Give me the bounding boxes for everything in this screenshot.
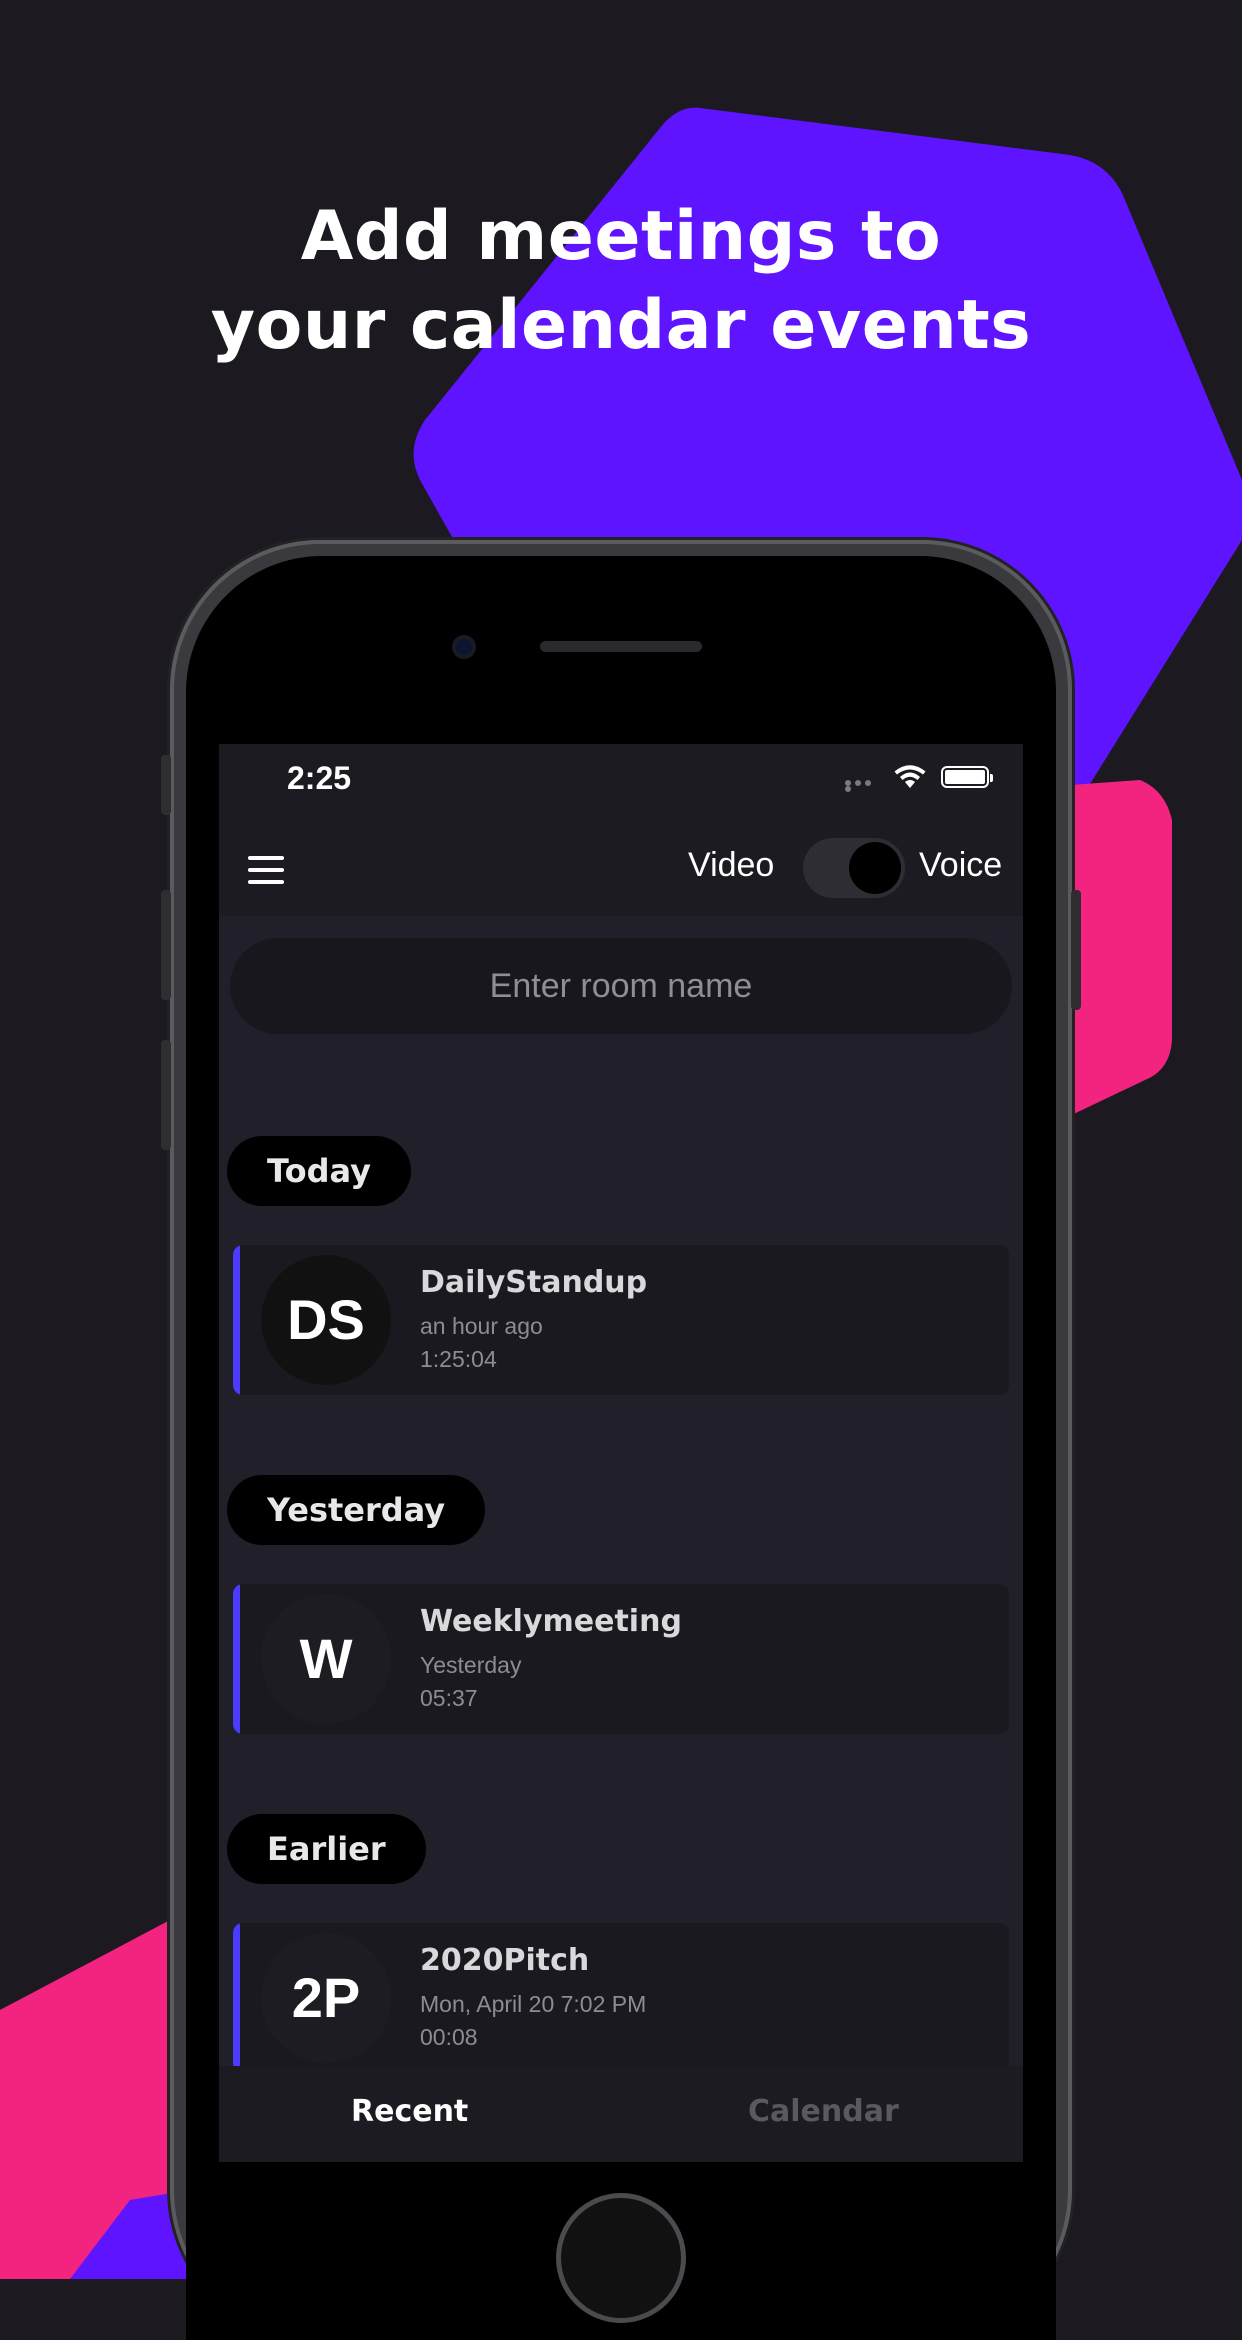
section-header-yesterday: Yesterday bbox=[227, 1475, 486, 1545]
meeting-avatar: DS bbox=[261, 1255, 391, 1385]
headline-line-2: your calendar events bbox=[210, 286, 1032, 365]
video-voice-toggle[interactable] bbox=[803, 838, 905, 898]
mute-switch bbox=[161, 755, 171, 815]
meeting-avatar: W bbox=[261, 1594, 391, 1724]
card-accent-bar bbox=[233, 1584, 240, 1734]
meeting-duration: 05:37 bbox=[420, 1685, 478, 1711]
home-button bbox=[556, 2193, 686, 2323]
cellular-signal-icon bbox=[845, 780, 883, 792]
bottom-tab-bar: Recent Calendar bbox=[219, 2066, 1023, 2162]
earpiece-speaker bbox=[540, 641, 702, 652]
top-toolbar: Video Voice bbox=[219, 824, 1023, 916]
front-camera bbox=[452, 635, 476, 659]
hamburger-menu-icon[interactable] bbox=[248, 856, 284, 884]
meeting-duration: 1:25:04 bbox=[420, 1346, 497, 1372]
meeting-name: DailyStandup bbox=[420, 1265, 648, 1300]
video-label: Video bbox=[688, 846, 775, 884]
volume-up-button bbox=[161, 890, 171, 1000]
meeting-name: 2020Pitch bbox=[420, 1943, 590, 1978]
meeting-card[interactable]: 2P 2020Pitch Mon, April 20 7:02 PM 00:08 bbox=[233, 1923, 1009, 2073]
app-screen: 2:25 Video Voice Today DS DailyStandup a… bbox=[219, 744, 1023, 2162]
battery-icon bbox=[941, 766, 993, 788]
meeting-avatar: 2P bbox=[261, 1933, 391, 2063]
volume-down-button bbox=[161, 1040, 171, 1150]
tab-recent[interactable]: Recent bbox=[351, 2094, 468, 2129]
voice-label: Voice bbox=[919, 846, 1003, 884]
card-accent-bar bbox=[233, 1923, 240, 2073]
meeting-time: Yesterday bbox=[420, 1652, 522, 1678]
meeting-card[interactable]: DS DailyStandup an hour ago 1:25:04 bbox=[233, 1245, 1009, 1395]
card-accent-bar bbox=[233, 1245, 240, 1395]
status-bar: 2:25 bbox=[219, 744, 1023, 824]
meeting-time: an hour ago bbox=[420, 1313, 543, 1339]
room-name-input[interactable] bbox=[230, 938, 1012, 1034]
wifi-icon bbox=[894, 765, 926, 788]
status-time: 2:25 bbox=[287, 760, 352, 796]
meeting-time: Mon, April 20 7:02 PM bbox=[420, 1991, 647, 2017]
section-header-today: Today bbox=[227, 1136, 411, 1206]
power-button bbox=[1071, 890, 1081, 1010]
meeting-name: Weeklymeeting bbox=[420, 1604, 682, 1639]
headline-line-1: Add meetings to bbox=[300, 197, 942, 276]
headline: Add meetings to your calendar events bbox=[0, 192, 1242, 370]
toggle-knob bbox=[849, 842, 901, 894]
meeting-card[interactable]: W Weeklymeeting Yesterday 05:37 bbox=[233, 1584, 1009, 1734]
meeting-duration: 00:08 bbox=[420, 2024, 478, 2050]
tab-calendar[interactable]: Calendar bbox=[748, 2094, 899, 2129]
section-header-earlier: Earlier bbox=[227, 1814, 426, 1884]
